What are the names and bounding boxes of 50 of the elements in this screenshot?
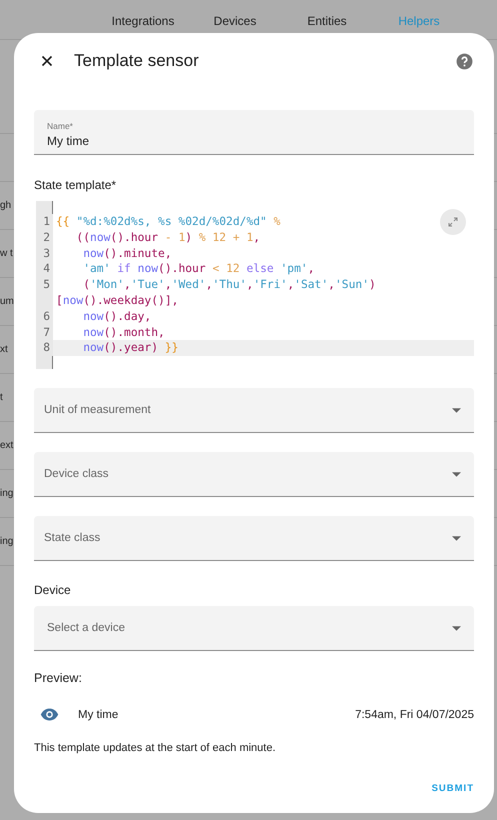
code-line: {{ "%d:%02d%s, %s %02d/%02d/%d" %: [56, 214, 280, 230]
dialog-title: Template sensor: [74, 51, 200, 71]
list-item-text: gh: [0, 200, 12, 211]
select-field[interactable]: State class: [34, 516, 474, 561]
list-item-text: um: [0, 296, 14, 307]
section-label: Device: [34, 583, 72, 597]
caret-icon: [452, 472, 461, 476]
caret-icon: [452, 408, 461, 412]
expand-button[interactable]: [440, 209, 466, 235]
line-number: 7: [43, 326, 50, 339]
code-line: now().minute,: [82, 246, 172, 262]
submit-button[interactable]: SUBMIT: [432, 779, 474, 798]
caret-icon: [452, 626, 461, 630]
code-line: [now().weekday()],: [56, 292, 178, 309]
line-number: 2: [43, 230, 50, 244]
expand-icon: [447, 216, 459, 228]
line-number: 4: [43, 262, 50, 276]
list-item-text: ext: [0, 440, 14, 451]
list-item-text: ing: [0, 536, 14, 547]
device-select[interactable]: Select a device: [34, 606, 474, 651]
name-field[interactable]: Name* My time: [34, 110, 474, 155]
line-number: 8: [43, 341, 50, 354]
preview-heading: Preview:: [34, 671, 83, 685]
tab[interactable]: Devices: [189, 0, 281, 28]
field-value: My time: [47, 134, 90, 148]
help-icon[interactable]: [455, 52, 474, 70]
section-label: State template*: [34, 178, 118, 192]
code-line: ((now().hour - 1) % 12 + 1,: [75, 230, 260, 246]
code-line: ('Mon','Tue','Wed','Thu','Fri','Sat','Sun'): [82, 277, 376, 293]
caret-icon: [452, 536, 461, 540]
select-field[interactable]: Unit of measurement: [34, 388, 474, 433]
list-item-text: t: [0, 392, 3, 403]
line-number: 6: [43, 310, 50, 323]
note-text: This template updates at the start of each minute.: [34, 742, 277, 754]
field-label: Name*: [47, 121, 74, 131]
code-line: now().month,: [82, 324, 165, 340]
tab[interactable]: Integrations: [97, 0, 189, 28]
code-line: now().year) }}: [82, 340, 178, 356]
list-item-text: xt: [0, 344, 8, 355]
line-number: 5: [43, 278, 50, 292]
code-line: now().day,: [82, 308, 152, 325]
line-number: 1: [43, 215, 50, 228]
entity-state: 7:54am, Fri 04/07/2025: [355, 708, 474, 720]
entity-name: My time: [78, 708, 120, 720]
select-field[interactable]: Device class: [34, 452, 474, 497]
list-item-text: w t: [0, 248, 13, 259]
list-item-text: ing: [0, 488, 14, 499]
code-line: 'am' if now().hour < 12 else 'pm',: [82, 261, 315, 278]
line-number: 3: [43, 246, 50, 260]
tab[interactable]: Entities: [281, 0, 373, 28]
